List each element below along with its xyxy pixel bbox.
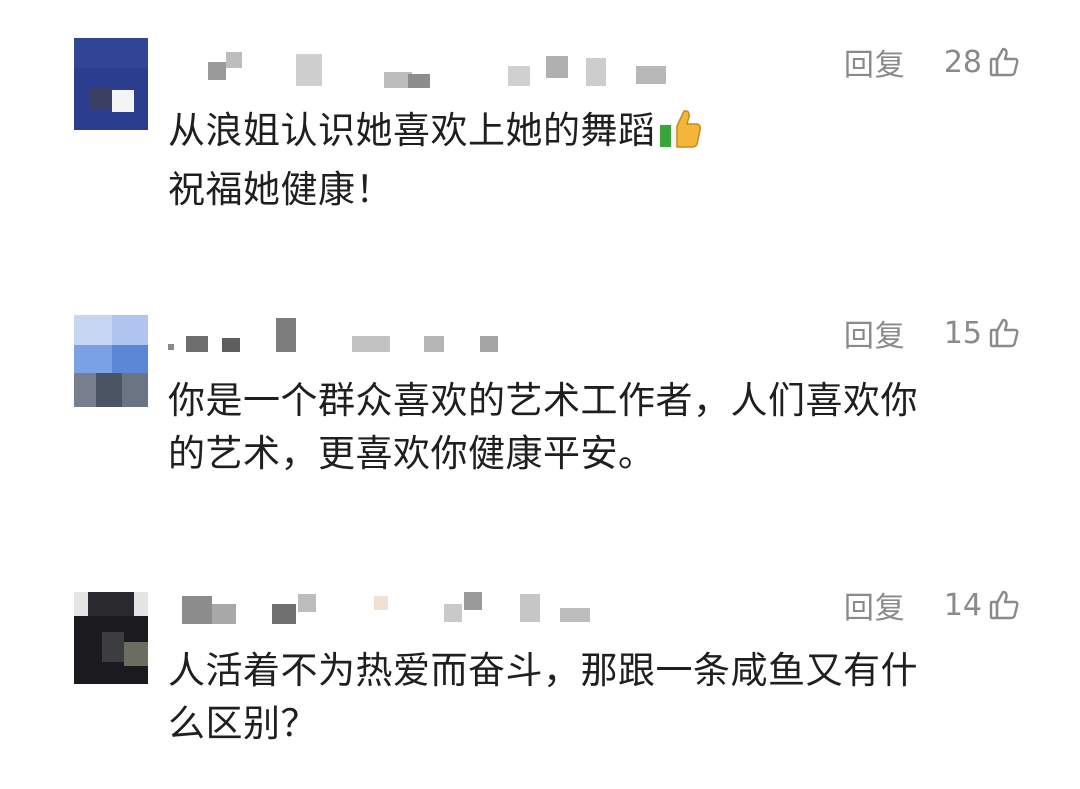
avatar[interactable] xyxy=(74,315,148,407)
avatar[interactable] xyxy=(74,38,148,130)
thumbs-up-outline-icon[interactable] xyxy=(988,317,1020,349)
comment-text: 从浪姐认识她喜欢上她的舞蹈 祝福她健康！ xyxy=(168,104,1028,216)
username-pixelated[interactable] xyxy=(168,52,688,92)
username-pixelated[interactable] xyxy=(168,590,598,630)
like-count: 28 xyxy=(943,44,982,80)
comment-line: 人活着不为热爱而奋斗，那跟一条咸鱼又有什 xyxy=(168,649,918,692)
comment-text: 人活着不为热爱而奋斗，那跟一条咸鱼又有什 么区别？ xyxy=(168,644,1028,750)
comment-line: 你是一个群众喜欢的艺术工作者，人们喜欢你 xyxy=(168,379,918,422)
like-count: 14 xyxy=(943,587,982,623)
comment-line: 祝福她健康！ xyxy=(168,168,393,211)
comment-line: 么区别？ xyxy=(168,702,318,745)
reply-button[interactable]: 回复 xyxy=(844,311,906,355)
thumbs-up-outline-icon[interactable] xyxy=(988,46,1020,78)
comment-line: 的艺术，更喜欢你健康平安。 xyxy=(168,432,656,475)
thumbs-up-outline-icon[interactable] xyxy=(988,589,1020,621)
comment-text: 你是一个群众喜欢的艺术工作者，人们喜欢你 的艺术，更喜欢你健康平安。 xyxy=(168,374,1028,480)
thumbs-up-emoji-icon xyxy=(658,107,702,163)
comment-actions: 回复 28 xyxy=(844,40,1020,84)
reply-button[interactable]: 回复 xyxy=(844,583,906,627)
avatar[interactable] xyxy=(74,592,148,684)
comment-actions: 回复 15 xyxy=(844,311,1020,355)
comment-line: 从浪姐认识她喜欢上她的舞蹈 xyxy=(168,109,656,152)
username-pixelated[interactable] xyxy=(168,318,528,358)
like-count: 15 xyxy=(943,315,982,351)
reply-button[interactable]: 回复 xyxy=(844,40,906,84)
comment-actions: 回复 14 xyxy=(844,583,1020,627)
